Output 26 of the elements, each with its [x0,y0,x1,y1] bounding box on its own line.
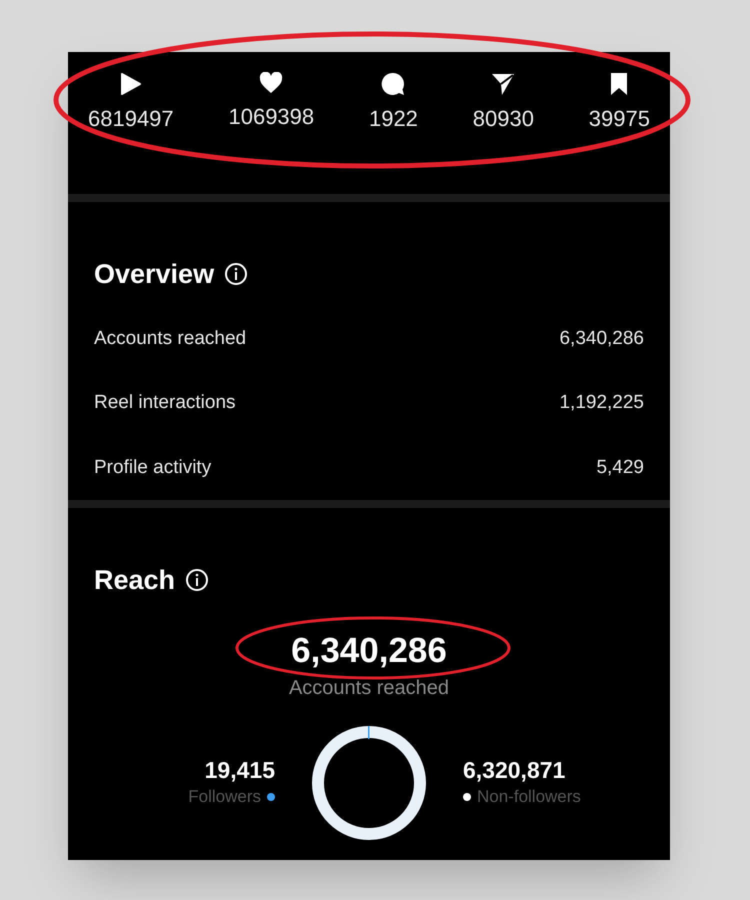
metric-value: 5,429 [596,456,644,480]
paper-plane-icon [491,72,516,96]
bookmark-icon [609,72,630,96]
info-icon[interactable] [185,568,210,592]
stat-count: 80930 [472,105,534,133]
legend-value: 6,320,871 [463,756,566,784]
stat-count: 1069398 [228,103,314,131]
stat-count: 6819497 [88,105,174,133]
metric-value: 6,340,286 [559,326,644,350]
legend-value: 19,415 [204,756,275,784]
info-icon[interactable] [224,262,248,286]
reach-total: 6,340,286 [291,630,447,670]
stat-count: 1922 [368,105,418,133]
legend-label: Followers [188,786,261,808]
metric-label: Profile activity [94,456,212,480]
heart-icon [259,72,284,94]
section-title: Overview [94,258,214,291]
speech-bubble-icon [381,72,406,96]
reach-caption: Accounts reached [288,676,450,700]
legend-label: Non-followers [477,786,581,808]
stat-count: 39975 [588,105,650,133]
play-icon [120,72,142,96]
metric-value: 1,192,225 [559,391,644,415]
metric-label: Accounts reached [94,326,246,350]
section-title: Reach [94,564,176,597]
metric-label: Reel interactions [94,391,236,415]
